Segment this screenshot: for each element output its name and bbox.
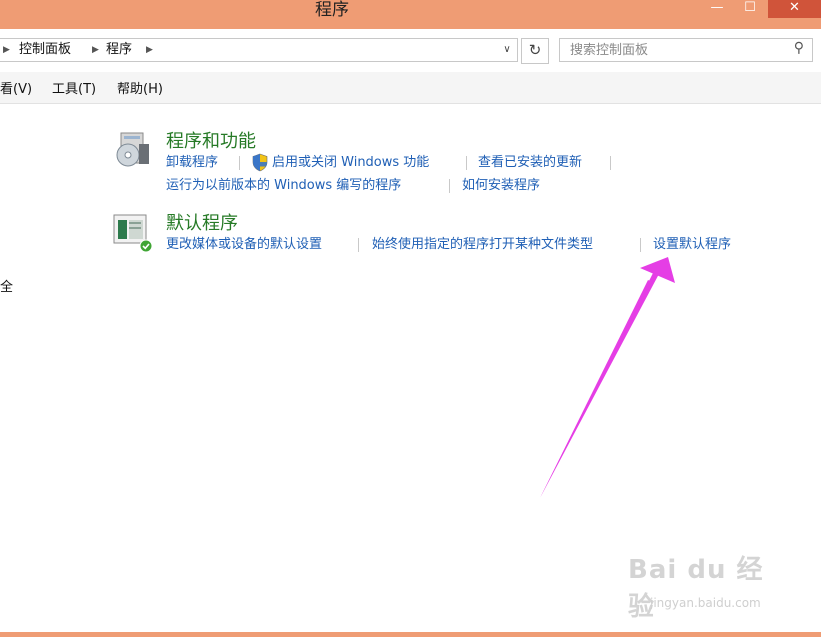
watermark: Bai du 经验 jingyan.baidu.com	[628, 549, 778, 622]
watermark-url: jingyan.baidu.com	[650, 596, 761, 610]
annotation-arrow	[540, 257, 675, 498]
watermark-logo: Bai du 经验	[628, 555, 764, 622]
bottom-border	[0, 632, 821, 637]
